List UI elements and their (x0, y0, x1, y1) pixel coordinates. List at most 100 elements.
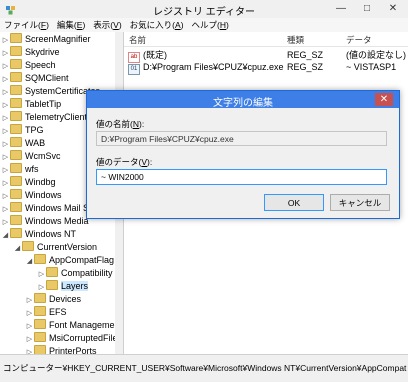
folder-icon (10, 46, 22, 56)
tree-node-label: Devices (49, 294, 82, 304)
tree-node[interactable]: ▷ PrinterPorts (25, 345, 97, 354)
tree-node-label: CurrentVersion (37, 242, 98, 252)
dialog-close-button[interactable]: ✕ (375, 93, 393, 106)
tree-node[interactable]: ▷ Compatibility (37, 267, 113, 280)
tree-node[interactable]: ▷ TelemetryClient (1, 111, 87, 124)
tree-node-label: TPG (25, 125, 44, 135)
folder-icon (10, 189, 22, 199)
folder-icon (10, 150, 22, 160)
tree-node[interactable]: ◢ CurrentVersion (13, 241, 97, 254)
tree-node-label: MsiCorruptedFile (49, 333, 116, 343)
value-name-field[interactable] (96, 131, 387, 146)
value-name-cell: 01 D:¥Program Files¥CPUZ¥cpuz.exe (128, 61, 284, 75)
tree-node[interactable]: ▷ EFS (25, 306, 67, 319)
folder-icon (10, 163, 22, 173)
folder-icon (46, 267, 58, 277)
folder-icon (22, 241, 34, 251)
tree-node[interactable]: ▷ Skydrive (1, 46, 60, 59)
edit-string-dialog: 文字列の編集 ✕ 値の名前(N): 値のデータ(V): OK キャンセル (86, 90, 400, 219)
tree-node-label: Windows Media (25, 216, 89, 226)
tree-node-label: PrinterPorts (49, 346, 97, 354)
tree-node-label: EFS (49, 307, 67, 317)
folder-icon (34, 332, 46, 342)
tree-node-label: wfs (25, 164, 39, 174)
tree-node[interactable]: ▷ TabletTip (1, 98, 61, 111)
tree-node-label: AppCompatFlag (49, 255, 115, 265)
menu-item-2[interactable]: 表示(V) (89, 18, 125, 32)
folder-icon (10, 85, 22, 95)
minimize-button[interactable]: — (332, 2, 350, 16)
tree-node-label: ScreenMagnifier (25, 34, 91, 44)
tree-node-label: Windbg (25, 177, 56, 187)
tree-node[interactable]: ▷ Font Manageme (25, 319, 115, 332)
column-header-type[interactable]: 種類 (287, 34, 304, 46)
tree-node[interactable]: ▷ WcmSvc (1, 150, 61, 163)
tree-node-label: WcmSvc (25, 151, 61, 161)
tree-node[interactable]: ▷ SQMClient (1, 72, 69, 85)
ok-button[interactable]: OK (264, 194, 324, 211)
menu-item-4[interactable]: ヘルプ(H) (188, 18, 233, 32)
menu-item-1[interactable]: 編集(E) (53, 18, 89, 32)
tree-node[interactable]: ▷ Windows Media (1, 215, 89, 228)
folder-icon (10, 202, 22, 212)
status-path: コンピューター¥HKEY_CURRENT_USER¥Software¥Micro… (3, 363, 407, 373)
folder-icon (10, 137, 22, 147)
title-bar: レジストリ エディター — □ ✕ (0, 0, 408, 19)
tree-node-label: WAB (25, 138, 46, 148)
list-row[interactable]: 01 D:¥Program Files¥CPUZ¥cpuz.exe REG_SZ ~ … (124, 61, 408, 75)
folder-icon (10, 111, 22, 121)
menu-item-0[interactable]: ファイル(F) (0, 18, 53, 32)
tree-node[interactable]: ▷ Devices (25, 293, 81, 306)
collapse-arrow-icon[interactable]: ◢ (13, 242, 22, 255)
tree-node[interactable]: ▷ wfs (1, 163, 39, 176)
value-data-field[interactable] (96, 169, 387, 185)
status-bar: コンピューター¥HKEY_CURRENT_USER¥Software¥Micro… (0, 354, 408, 382)
folder-icon (10, 228, 22, 238)
tree-node[interactable]: ▷ Layers (37, 280, 89, 293)
value-type-cell: REG_SZ (287, 62, 324, 72)
tree-node[interactable]: ▷ TPG (1, 124, 44, 137)
folder-icon (10, 72, 22, 82)
menu-bar: ファイル(F) 編集(E) 表示(V) お気に入り(A) ヘルプ(H) (0, 18, 408, 33)
tree-node-label: Font Manageme (49, 320, 115, 330)
value-data-cell: ~ VISTASP1 (346, 62, 397, 72)
folder-icon (10, 33, 22, 43)
tree-node-label: TelemetryClient (25, 112, 88, 122)
tree-node-label: Skydrive (25, 47, 60, 57)
close-button[interactable]: ✕ (384, 2, 402, 16)
value-type-cell: REG_SZ (287, 50, 324, 60)
binary-value-icon: 01 (128, 64, 140, 75)
tree-node-label: Speech (25, 60, 56, 70)
collapse-arrow-icon[interactable]: ◢ (1, 229, 10, 242)
folder-icon (34, 293, 46, 303)
collapse-arrow-icon[interactable]: ◢ (25, 255, 34, 268)
tree-node[interactable]: ◢ Windows NT (1, 228, 76, 241)
folder-icon (34, 306, 46, 316)
tree-node[interactable]: ▷ Speech (1, 59, 56, 72)
tree-node-label: Layers (61, 281, 89, 291)
folder-icon (34, 254, 46, 264)
tree-node-label: Windows Mail S (25, 203, 90, 213)
tree-node[interactable]: ▷ MsiCorruptedFile (25, 332, 116, 345)
tree-node[interactable]: ▷ WAB (1, 137, 45, 150)
tree-node-label: Windows (25, 190, 62, 200)
tree-node[interactable]: ▷ Windows (1, 189, 62, 202)
tree-node[interactable]: ▷ Windbg (1, 176, 56, 189)
value-name-label: 値の名前(N): (96, 119, 145, 129)
cancel-button[interactable]: キャンセル (330, 194, 390, 211)
expand-arrow-icon[interactable]: ▷ (25, 346, 34, 354)
tree-node[interactable]: ▷ ScreenMagnifier (1, 33, 91, 46)
maximize-button[interactable]: □ (358, 2, 376, 16)
tree-node[interactable]: ▷ Windows Mail S (1, 202, 89, 215)
folder-icon (34, 345, 46, 354)
tree-node-label: Windows NT (25, 229, 77, 239)
column-header-data[interactable]: データ (346, 34, 372, 46)
value-data-label: 値のデータ(V): (96, 157, 153, 167)
list-row[interactable]: ab (既定) REG_SZ (値の設定なし) (124, 49, 408, 63)
column-header-name[interactable]: 名前 (129, 34, 146, 46)
folder-icon (46, 280, 58, 290)
tree-node-label: SQMClient (25, 73, 69, 83)
tree-node[interactable]: ◢ AppCompatFlag (25, 254, 114, 267)
tree-node-label: TabletTip (25, 99, 62, 109)
menu-item-3[interactable]: お気に入り(A) (126, 18, 188, 32)
